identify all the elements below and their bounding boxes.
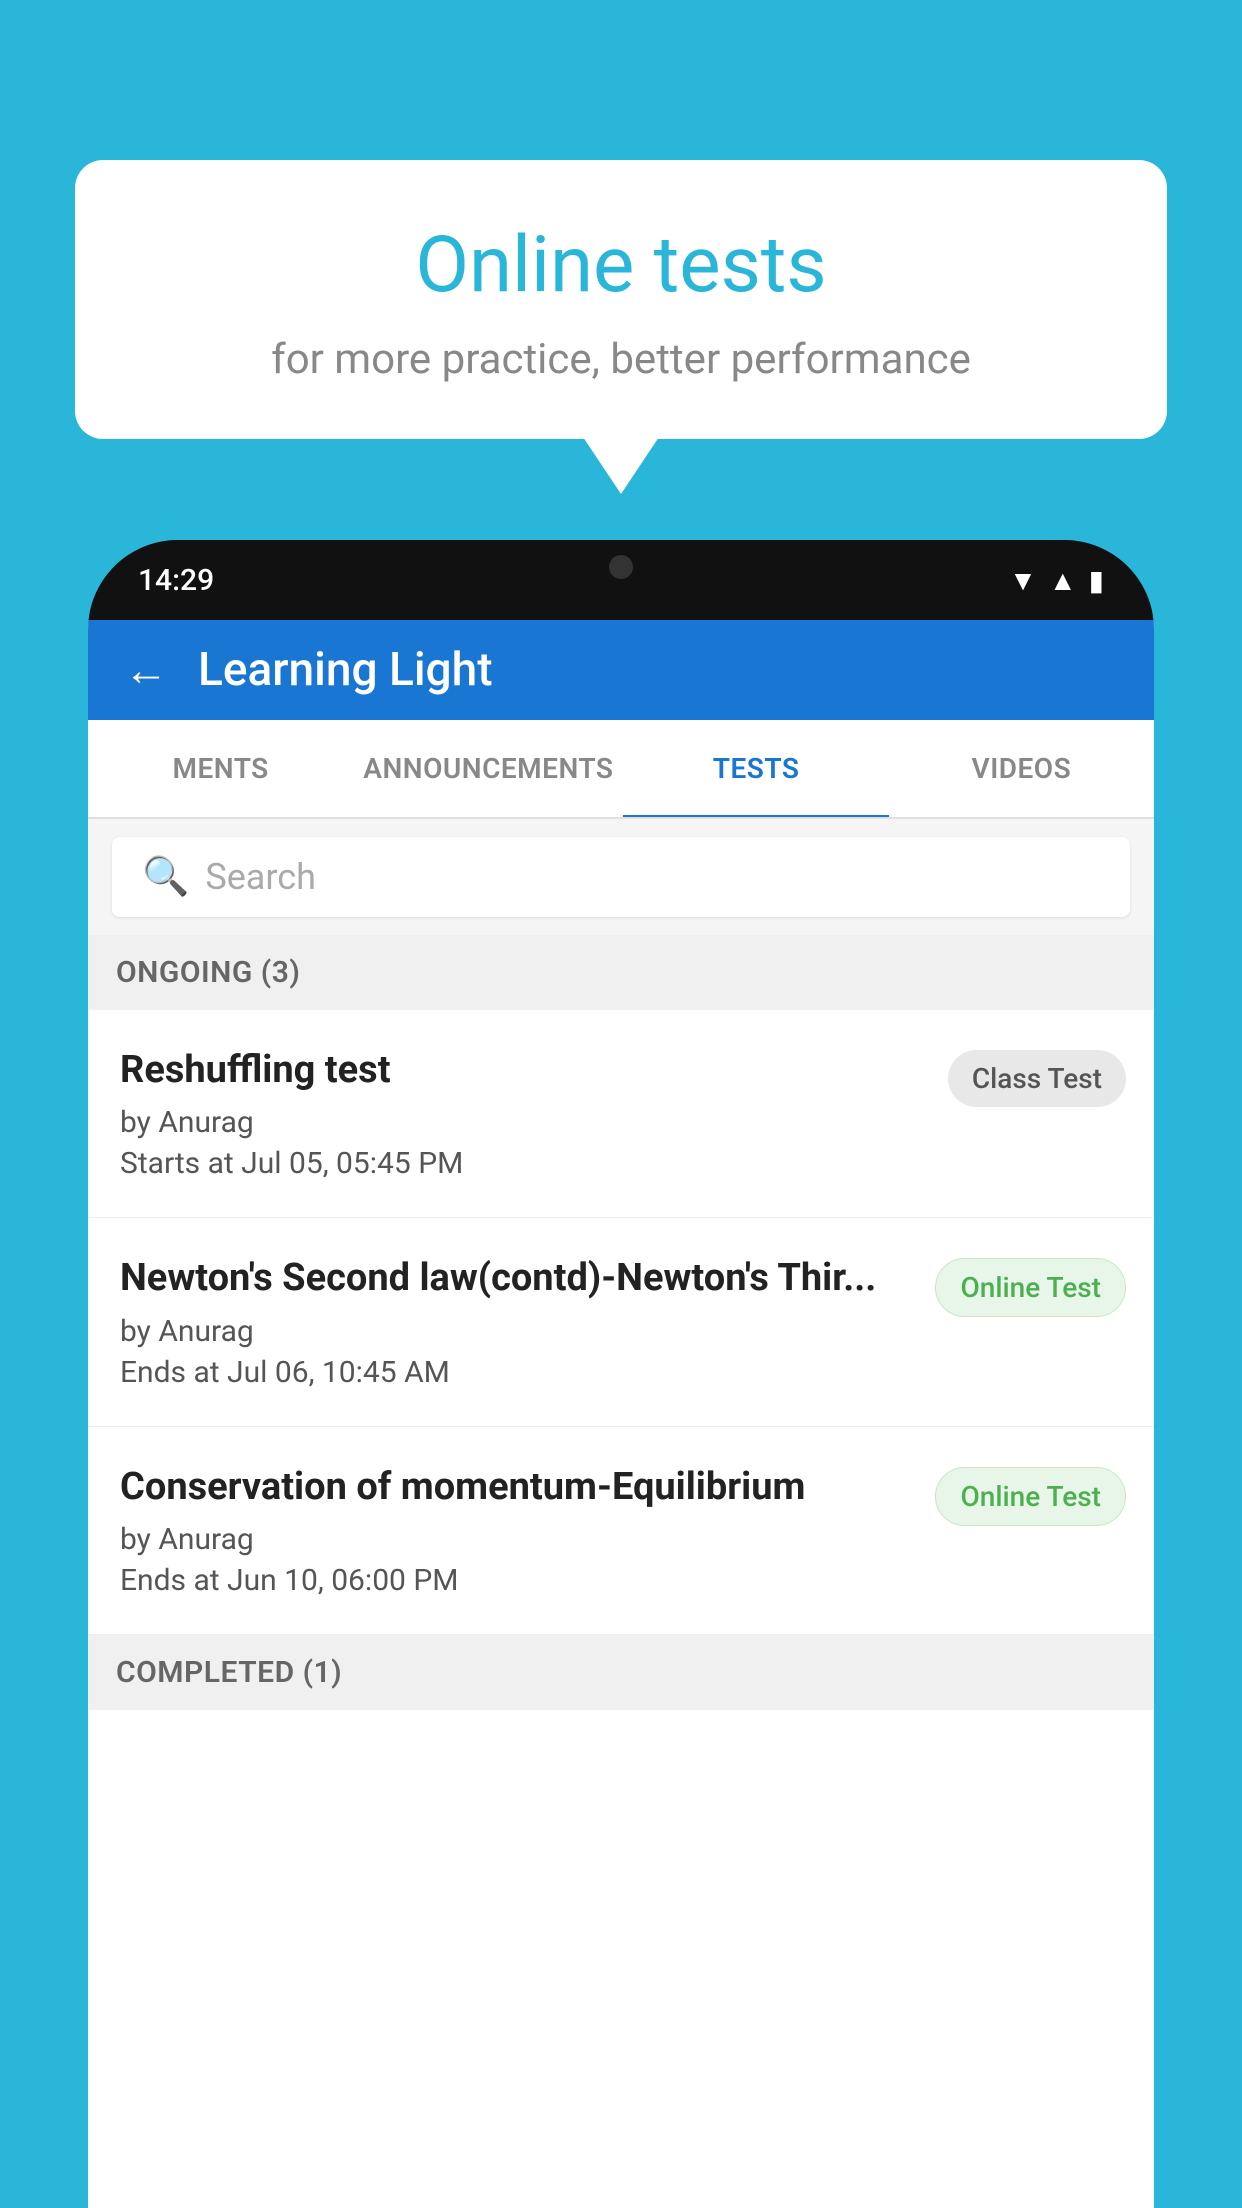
test-item[interactable]: Newton's Second law(contd)-Newton's Thir… (88, 1218, 1154, 1426)
search-icon: 🔍 (142, 855, 189, 899)
test-badge-3: Online Test (935, 1467, 1126, 1526)
test-by-3: by Anurag (120, 1522, 915, 1557)
phone-screen: ← Learning Light MENTS ANNOUNCEMENTS TES… (88, 620, 1154, 2208)
test-badge-1: Class Test (948, 1050, 1126, 1107)
search-bar[interactable]: 🔍 Search (112, 837, 1130, 917)
test-info-1: Reshuffling test by Anurag Starts at Jul… (120, 1046, 928, 1181)
test-date-1: Starts at Jul 05, 05:45 PM (120, 1146, 928, 1181)
tab-videos[interactable]: VIDEOS (889, 720, 1154, 817)
test-date-3: Ends at Jun 10, 06:00 PM (120, 1563, 915, 1598)
tab-ments[interactable]: MENTS (88, 720, 353, 817)
camera (609, 555, 633, 579)
test-item[interactable]: Conservation of momentum-Equilibrium by … (88, 1427, 1154, 1635)
battery-icon: ▮ (1089, 564, 1104, 597)
completed-header: COMPLETED (1) (88, 1635, 1154, 1710)
speech-bubble: Online tests for more practice, better p… (75, 160, 1167, 439)
test-name-2: Newton's Second law(contd)-Newton's Thir… (120, 1254, 915, 1303)
test-name-3: Conservation of momentum-Equilibrium (120, 1463, 915, 1512)
phone-mockup: 14:29 ▼ ▲ ▮ ← Learning Light MENTS ANNOU… (88, 540, 1154, 2208)
test-by-1: by Anurag (120, 1105, 928, 1140)
search-input[interactable]: Search (205, 856, 316, 898)
test-badge-2: Online Test (935, 1258, 1126, 1317)
wifi-icon: ▼ (1009, 564, 1037, 597)
tab-announcements[interactable]: ANNOUNCEMENTS (353, 720, 623, 817)
test-info-2: Newton's Second law(contd)-Newton's Thir… (120, 1254, 915, 1389)
app-title: Learning Light (198, 643, 493, 697)
test-item[interactable]: Reshuffling test by Anurag Starts at Jul… (88, 1010, 1154, 1218)
status-icons: ▼ ▲ ▮ (1009, 564, 1104, 597)
test-name-1: Reshuffling test (120, 1046, 928, 1095)
test-info-3: Conservation of momentum-Equilibrium by … (120, 1463, 915, 1598)
search-container: 🔍 Search (88, 819, 1154, 935)
notch (541, 540, 701, 595)
tab-bar: MENTS ANNOUNCEMENTS TESTS VIDEOS (88, 720, 1154, 819)
status-time: 14:29 (138, 563, 214, 598)
signal-icon: ▲ (1049, 564, 1077, 597)
tab-tests[interactable]: TESTS (623, 720, 888, 817)
bubble-title: Online tests (125, 220, 1117, 311)
status-bar: 14:29 ▼ ▲ ▮ (88, 540, 1154, 620)
test-by-2: by Anurag (120, 1314, 915, 1349)
test-list: Reshuffling test by Anurag Starts at Jul… (88, 1010, 1154, 1635)
back-button[interactable]: ← (124, 648, 168, 692)
test-date-2: Ends at Jul 06, 10:45 AM (120, 1355, 915, 1390)
bubble-subtitle: for more practice, better performance (125, 335, 1117, 384)
app-bar: ← Learning Light (88, 620, 1154, 720)
ongoing-header: ONGOING (3) (88, 935, 1154, 1010)
